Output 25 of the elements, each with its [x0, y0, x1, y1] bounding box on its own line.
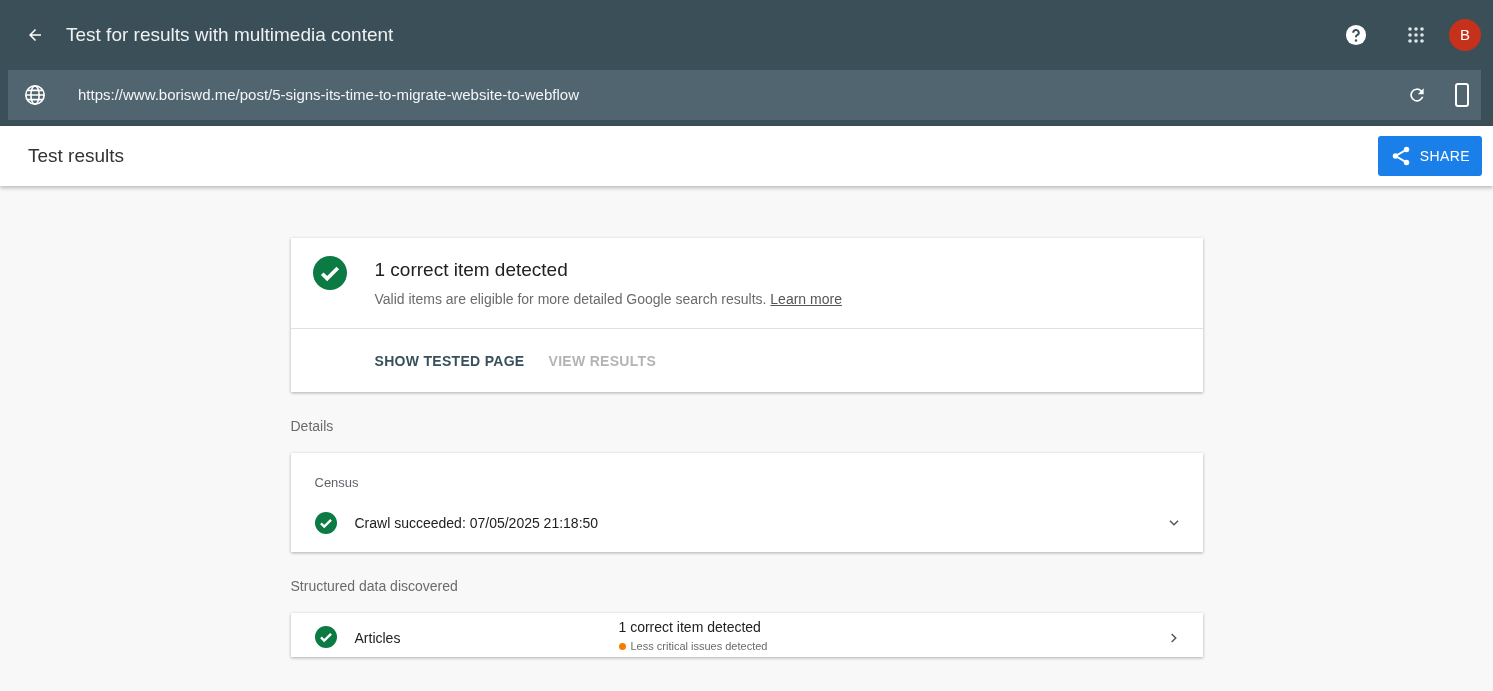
phone-icon[interactable] [1455, 83, 1469, 107]
section-title: Test results [28, 143, 125, 168]
item-note: Less critical issues detected [630, 641, 768, 652]
globe-icon [24, 84, 46, 106]
crawl-status: Crawl succeeded: 07/05/2025 21:18:50 [354, 513, 599, 533]
item-type: Articles [354, 629, 402, 648]
section-label: Structured data discovered [290, 577, 459, 596]
learn-more-link[interactable]: Learn more [770, 290, 842, 307]
avatar[interactable]: B [1449, 19, 1481, 51]
check-circle-icon [314, 626, 337, 648]
result-description: Valid items are eligible for more detailed Google search results. Learn more [374, 289, 842, 309]
help-icon[interactable] [1345, 24, 1367, 46]
apps-grid-icon[interactable] [1407, 26, 1425, 44]
card-label: Census [314, 473, 360, 492]
url-text: https://www.boriswd.me/post/5-signs-its-time-to-migrate-website-to-webflow [78, 84, 579, 105]
section-label: Details [290, 416, 335, 436]
page-title: Test for results with multimedia content [66, 22, 394, 47]
check-circle-icon [312, 256, 347, 290]
share-button[interactable]: SHARE [1377, 136, 1482, 176]
result-headline: 1 correct item detected [374, 258, 569, 282]
check-circle-icon [314, 512, 337, 534]
action-button[interactable]: SHOW TESTED PAGE [374, 350, 525, 372]
refresh-icon[interactable] [1407, 85, 1427, 105]
item-summary: 1 correct item detected [618, 618, 762, 637]
structured-item-row[interactable]: Articles 1 correct item detected Less critical issues detected [290, 613, 1203, 657]
